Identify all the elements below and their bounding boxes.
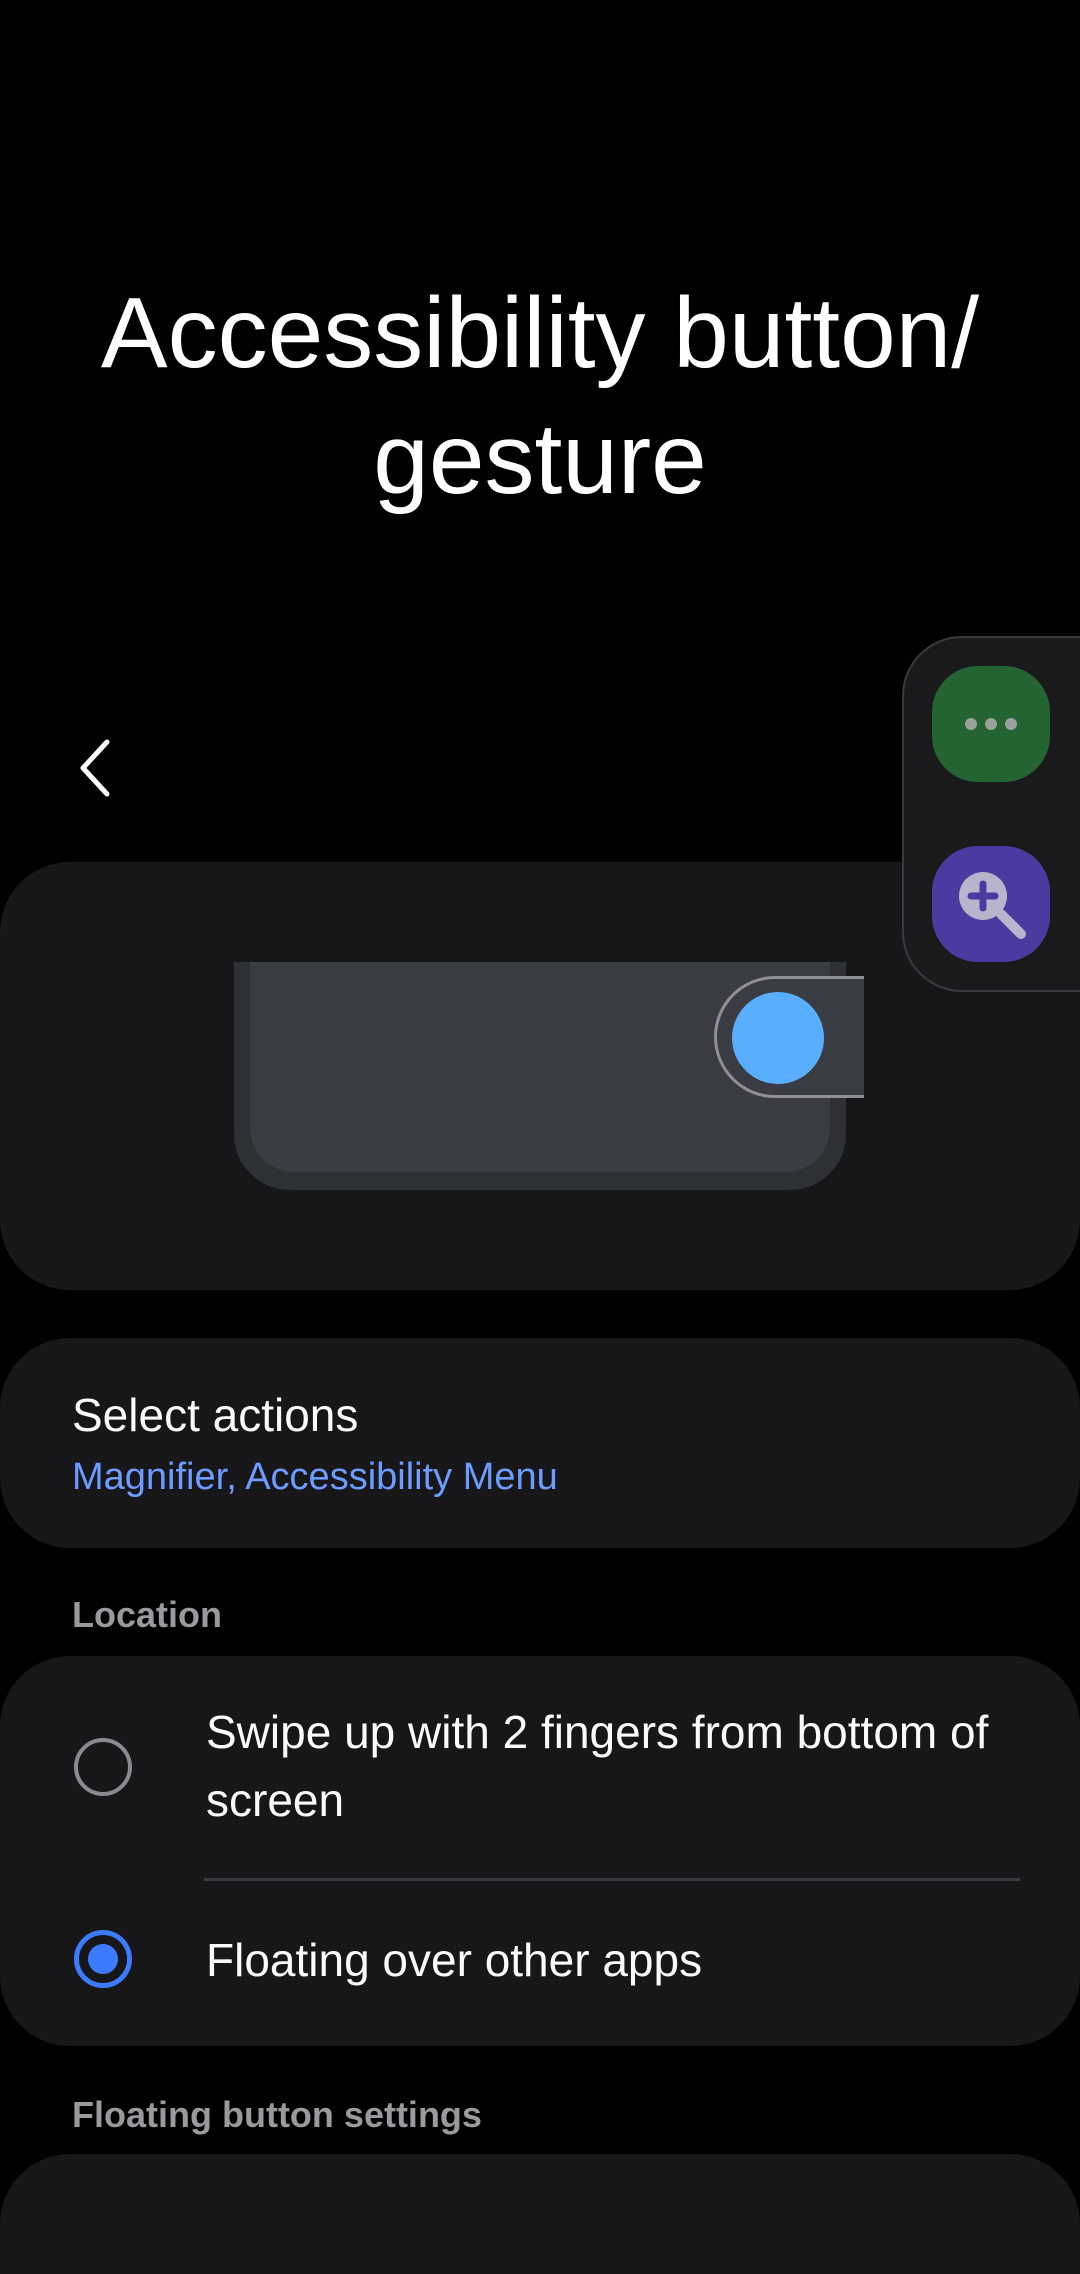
zoom-in-icon [959, 872, 1026, 939]
location-options-card: Swipe up with 2 fingers from bottom of s… [0, 1656, 1080, 2046]
location-option-swipe-label: Swipe up with 2 fingers from bottom of s… [206, 1706, 989, 1826]
select-actions-item[interactable]: Select actions Magnifier, Accessibility … [0, 1338, 1080, 1548]
location-option-floating-label: Floating over other apps [206, 1934, 703, 1986]
location-section-header: Location [72, 1594, 222, 1635]
radio-floating[interactable] [74, 1930, 132, 1988]
select-actions-title: Select actions [72, 1389, 359, 1441]
phone-illustration [234, 962, 864, 1190]
floating-button-preview [714, 976, 864, 1098]
back-button[interactable] [60, 728, 130, 808]
accessibility-menu-shortcut-button[interactable] [932, 666, 1050, 782]
page-title: Accessibility button/ gesture [100, 277, 980, 515]
radio-swipe-up[interactable] [74, 1738, 132, 1796]
floating-shortcut-panel [902, 636, 1080, 992]
chevron-left-icon [80, 739, 110, 797]
divider [204, 1878, 1020, 1881]
phone-screen [250, 962, 864, 1172]
floating-dot [732, 992, 824, 1084]
magnifier-shortcut-button[interactable] [932, 846, 1050, 962]
floating-settings-card[interactable] [0, 2154, 1080, 2274]
more-horizontal-icon [965, 718, 1017, 730]
floating-settings-section-header: Floating button settings [72, 2094, 482, 2135]
select-actions-value: Magnifier, Accessibility Menu [72, 1456, 558, 1498]
